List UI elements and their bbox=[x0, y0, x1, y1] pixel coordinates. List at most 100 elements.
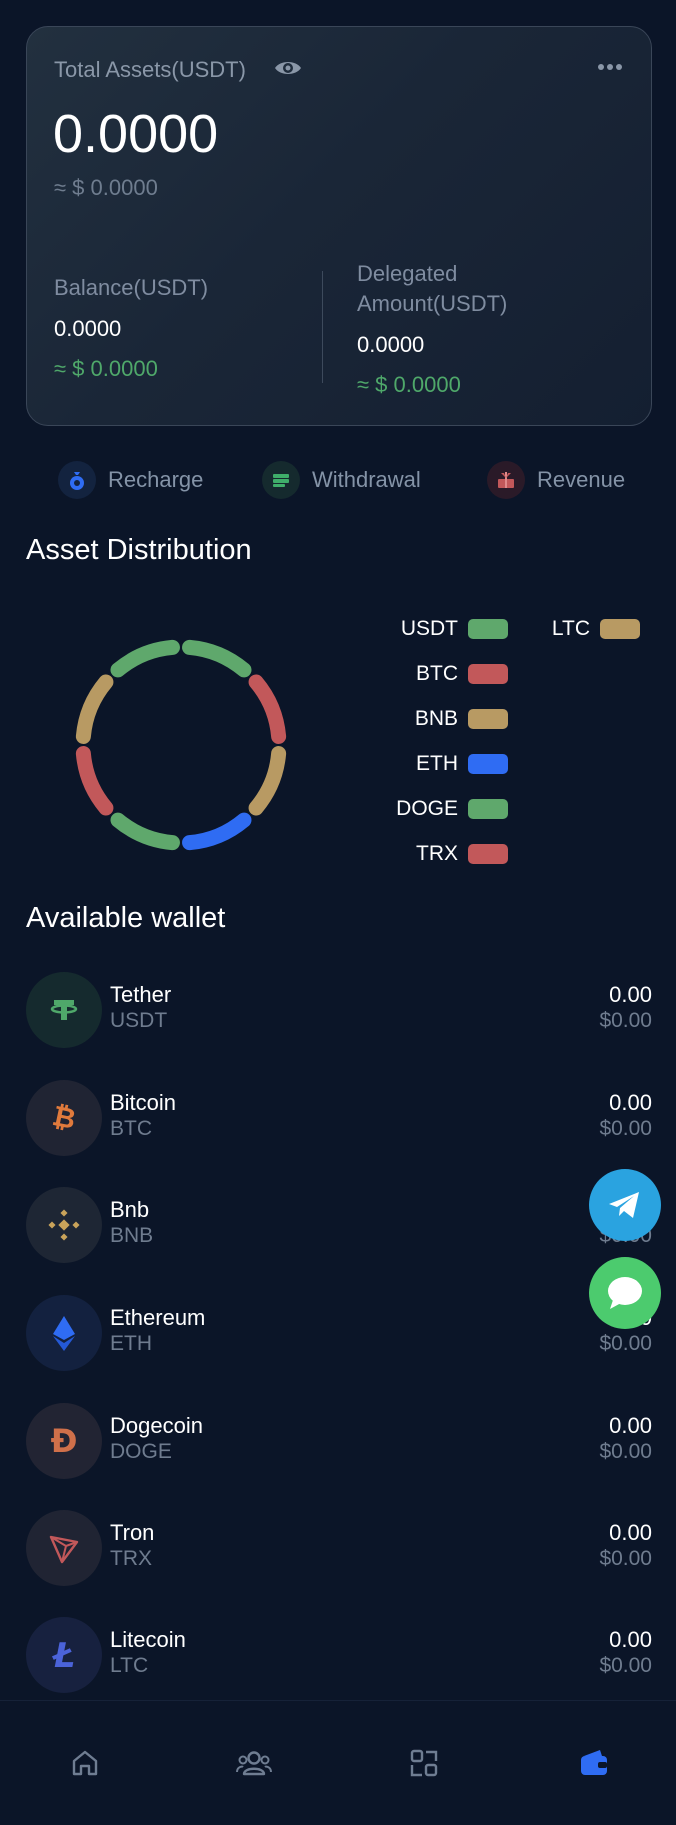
total-assets-card: Total Assets(USDT) 0.0000 ≈ $ 0.0000 Bal… bbox=[26, 26, 652, 426]
coin-amount: 0.00 bbox=[609, 1413, 652, 1438]
chat-bubble-icon bbox=[608, 1277, 642, 1309]
wallet-row-trx[interactable]: Tron TRX 0.00 $0.00 bbox=[26, 1510, 652, 1588]
coin-usd-value: $0.00 bbox=[599, 1440, 652, 1463]
legend-swatch bbox=[468, 619, 508, 639]
delegated-label-line1: Delegated bbox=[357, 261, 458, 286]
apps-icon bbox=[410, 1749, 438, 1777]
home-icon bbox=[72, 1750, 98, 1776]
legend-label: BTC bbox=[416, 662, 458, 685]
telegram-button[interactable] bbox=[589, 1169, 661, 1241]
recharge-button[interactable]: Recharge bbox=[58, 456, 203, 504]
donut-segment bbox=[182, 639, 252, 678]
coin-usd-value: $0.00 bbox=[599, 1009, 652, 1032]
coin-symbol: ETH bbox=[110, 1332, 152, 1355]
balance-approx: ≈ $ 0.0000 bbox=[54, 356, 158, 381]
total-assets-value: 0.0000 bbox=[53, 104, 219, 164]
delegated-approx: ≈ $ 0.0000 bbox=[357, 372, 461, 397]
legend-swatch bbox=[468, 799, 508, 819]
more-icon[interactable] bbox=[597, 63, 623, 71]
bottom-nav bbox=[0, 1700, 676, 1825]
wallet-row-bnb[interactable]: BnbBNB0.00$0.00 bbox=[26, 1187, 652, 1265]
coin-symbol: DOGE bbox=[110, 1440, 172, 1463]
legend-label: DOGE bbox=[396, 797, 458, 820]
coin-symbol: LTC bbox=[110, 1654, 149, 1677]
nav-wallet[interactable] bbox=[572, 1741, 616, 1785]
coin-name: Ethereum bbox=[110, 1305, 206, 1330]
withdrawal-label: Withdrawal bbox=[312, 467, 421, 492]
donut-segment bbox=[75, 674, 114, 744]
svg-text:₿: ₿ bbox=[50, 1100, 79, 1136]
coin-amount: 0.00 bbox=[609, 1090, 652, 1115]
moneybag-icon bbox=[58, 461, 96, 499]
ethereum-icon bbox=[26, 1295, 102, 1371]
tether-icon bbox=[26, 972, 102, 1048]
coin-symbol: TRX bbox=[110, 1547, 152, 1570]
legend-item-eth: ETH bbox=[416, 752, 508, 775]
legend-item-doge: DOGE bbox=[396, 797, 508, 820]
wallet-row-ltc[interactable]: Ł Litecoin LTC 0.00 $0.00 bbox=[26, 1617, 652, 1695]
wallet-row-doge[interactable]: Đ Dogecoin DOGE 0.00 $0.00 bbox=[26, 1403, 652, 1481]
total-assets-label: Total Assets(USDT) bbox=[54, 57, 246, 82]
action-row: Recharge Withdrawal Revenue bbox=[0, 456, 676, 504]
nav-team[interactable] bbox=[232, 1741, 276, 1785]
bitcoin-icon: ₿ bbox=[26, 1080, 102, 1156]
legend-item-btc: BTC bbox=[416, 662, 508, 685]
donut-segment bbox=[182, 812, 252, 851]
donut-segment bbox=[110, 639, 180, 678]
coin-symbol: BTC bbox=[110, 1117, 152, 1140]
withdrawal-button[interactable]: Withdrawal bbox=[262, 456, 421, 504]
balance-value: 0.0000 bbox=[54, 316, 122, 341]
balance-column: Balance(USDT) 0.0000 ≈ $ 0.0000 bbox=[54, 273, 314, 383]
wallet-row-btc[interactable]: ₿ Bitcoin BTC 0.00 $0.00 bbox=[26, 1080, 652, 1158]
eye-icon[interactable] bbox=[273, 57, 303, 79]
legend-label: TRX bbox=[416, 842, 458, 865]
delegated-column: Delegated Amount(USDT) 0.0000 ≈ $ 0.0000 bbox=[357, 259, 627, 399]
coin-usd-value: $0.00 bbox=[599, 1332, 652, 1355]
legend-label: BNB bbox=[414, 707, 458, 730]
nav-home[interactable] bbox=[63, 1741, 107, 1785]
svg-text:Ł: Ł bbox=[52, 1637, 75, 1673]
wallet-row-usdt[interactable]: Tether USDT 0.00 $0.00 bbox=[26, 972, 652, 1050]
wallet-page: Total Assets(USDT) 0.0000 ≈ $ 0.0000 Bal… bbox=[0, 0, 676, 1825]
coin-name: Tether bbox=[110, 982, 172, 1007]
coin-symbol: USDT bbox=[110, 1009, 168, 1032]
telegram-icon bbox=[609, 1192, 639, 1218]
coin-name: Tron bbox=[110, 1520, 155, 1545]
revenue-button[interactable]: Revenue bbox=[487, 456, 625, 504]
balance-label: Balance(USDT) bbox=[54, 275, 209, 300]
bnb-icon bbox=[26, 1187, 102, 1263]
team-icon bbox=[236, 1751, 272, 1776]
coin-symbol: BNB bbox=[110, 1224, 154, 1247]
litecoin-icon: Ł bbox=[26, 1617, 102, 1693]
cash-icon bbox=[262, 461, 300, 499]
available-wallet-title: Available wallet bbox=[26, 902, 226, 934]
coin-usd-value: $0.00 bbox=[599, 1117, 652, 1140]
legend-swatch bbox=[468, 664, 508, 684]
legend-item-ltc: LTC bbox=[551, 617, 640, 640]
legend-item-bnb: BNB bbox=[414, 707, 508, 730]
divider bbox=[322, 271, 323, 383]
wallet-icon bbox=[581, 1750, 607, 1775]
legend-label: LTC bbox=[551, 617, 590, 640]
chat-button[interactable] bbox=[589, 1257, 661, 1329]
coin-name: Bnb bbox=[110, 1197, 150, 1222]
coin-amount: 0.00 bbox=[609, 1627, 652, 1652]
legend-label: ETH bbox=[416, 752, 458, 775]
legend-item-usdt: USDT bbox=[401, 617, 508, 640]
wallet-row-eth[interactable]: EthereumETH0.00$0.00 bbox=[26, 1295, 652, 1373]
coin-name: Bitcoin bbox=[110, 1090, 177, 1115]
coin-usd-value: $0.00 bbox=[599, 1654, 652, 1677]
tron-icon bbox=[26, 1510, 102, 1586]
gift-icon bbox=[487, 461, 525, 499]
legend-swatch bbox=[600, 619, 640, 639]
total-assets-approx: ≈ $ 0.0000 bbox=[54, 175, 158, 200]
legend-swatch bbox=[468, 709, 508, 729]
donut-segment bbox=[248, 746, 287, 816]
coin-name: Dogecoin bbox=[110, 1413, 203, 1438]
donut-segment bbox=[248, 674, 287, 744]
coin-name: Litecoin bbox=[110, 1627, 186, 1652]
legend-item-trx: TRX bbox=[416, 842, 508, 865]
nav-apps[interactable] bbox=[402, 1741, 446, 1785]
svg-text:Đ: Đ bbox=[51, 1423, 78, 1459]
legend-swatch bbox=[468, 754, 508, 774]
